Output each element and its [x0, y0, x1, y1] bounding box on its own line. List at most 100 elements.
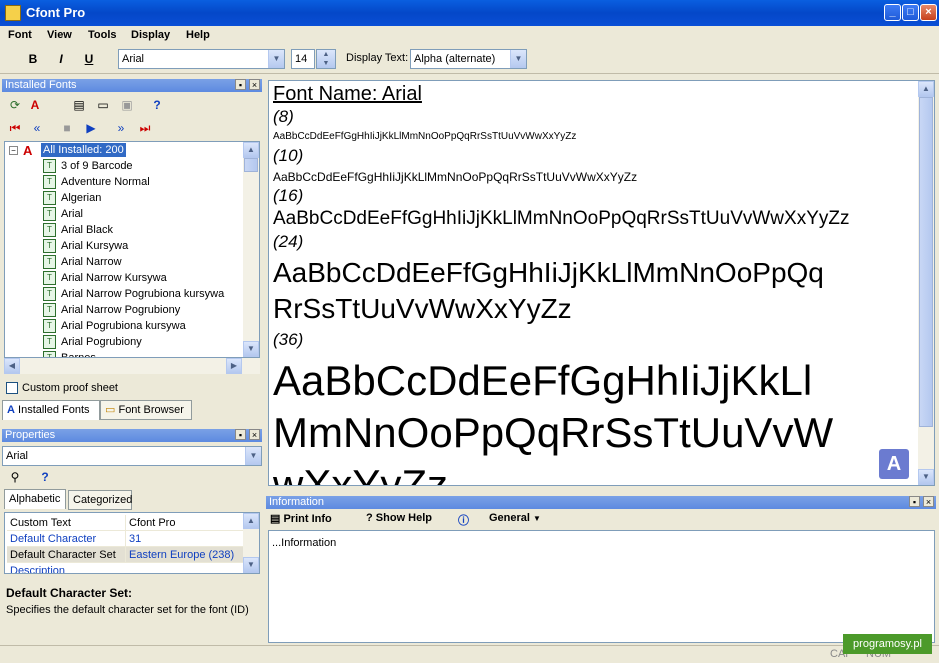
close-icon[interactable]: ×: [923, 496, 934, 507]
chevron-down-icon[interactable]: ▼: [245, 447, 261, 465]
scroll-up-icon[interactable]: ▲: [918, 81, 934, 97]
tree-font-item[interactable]: T Arial Narrow Pogrubiony: [43, 302, 180, 318]
scroll-down-icon[interactable]: ▼: [243, 341, 259, 357]
scroll-left-icon[interactable]: ◀: [4, 358, 20, 374]
print-info-button[interactable]: ▤ Print Info: [270, 512, 332, 525]
display-text-combo[interactable]: Alpha (alternate) ▼: [410, 49, 527, 69]
menu-tools[interactable]: Tools: [88, 26, 117, 44]
info-icon[interactable]: ⓘ: [458, 512, 469, 528]
tree-hscrollbar[interactable]: ◀ ▶: [4, 358, 260, 374]
menu-view[interactable]: View: [47, 26, 72, 44]
installed-fonts-title: Installed Fonts: [5, 79, 77, 91]
italic-button[interactable]: I: [50, 49, 72, 69]
play-icon[interactable]: ▶: [82, 119, 100, 137]
scroll-down-icon[interactable]: ▼: [918, 469, 934, 485]
collapse-icon[interactable]: −: [9, 146, 18, 155]
property-row[interactable]: Custom Text Cfont Pro: [7, 515, 243, 531]
close-icon[interactable]: ×: [249, 429, 260, 440]
scroll-up-icon[interactable]: ▲: [243, 513, 259, 529]
tree-font-item[interactable]: T Adventure Normal: [43, 174, 150, 190]
font-icon: A: [7, 404, 15, 416]
clipboard-icon[interactable]: ▣: [118, 96, 136, 114]
rewind-icon[interactable]: «: [28, 119, 46, 137]
minimize-button[interactable]: _: [884, 4, 901, 21]
tab-font-browser[interactable]: ▭ Font Browser: [100, 400, 192, 420]
tree-scrollbar[interactable]: ▲ ▼: [243, 142, 259, 357]
information-area[interactable]: ...Information: [268, 530, 935, 643]
tab-installed-fonts-label: Installed Fonts: [18, 404, 90, 416]
tree-font-item[interactable]: T Arial Pogrubiony: [43, 334, 142, 350]
refresh-icon[interactable]: ⟳: [6, 96, 24, 114]
general-dropdown[interactable]: General ▼: [489, 512, 541, 524]
scroll-thumb[interactable]: [919, 97, 933, 427]
scroll-down-icon[interactable]: ▼: [243, 557, 259, 573]
tree-font-label: Arial Kursywa: [61, 240, 129, 252]
last-icon[interactable]: ⏭: [136, 119, 154, 137]
property-grid[interactable]: Custom Text Cfont Pro Default Character 31 D…: [4, 512, 260, 574]
property-scrollbar[interactable]: ▲ ▼: [243, 513, 259, 573]
maximize-button[interactable]: □: [902, 4, 919, 21]
rename-icon[interactable]: ▭: [94, 96, 112, 114]
sort-icon[interactable]: ⚲: [6, 468, 24, 486]
show-help-button[interactable]: ? Show Help: [366, 512, 432, 524]
tree-font-item[interactable]: T Barnes: [43, 350, 96, 357]
custom-proof-label: Custom proof sheet: [22, 382, 118, 394]
close-button[interactable]: ×: [920, 4, 937, 21]
tree-font-item[interactable]: T Arial Narrow Kursywa: [43, 270, 167, 286]
tree-font-item[interactable]: T Arial Narrow: [43, 254, 122, 270]
property-name: Default Character Set: [10, 549, 116, 561]
scroll-up-icon[interactable]: ▲: [243, 142, 259, 158]
property-row[interactable]: Default Character Set Eastern Europe (238…: [7, 547, 243, 563]
preview-scrollbar[interactable]: ▲ ▼: [918, 81, 934, 485]
custom-proof-checkbox[interactable]: [6, 382, 18, 394]
underline-button[interactable]: U: [78, 49, 100, 69]
tree-font-item[interactable]: T Arial Black: [43, 222, 113, 238]
properties-object-combo[interactable]: Arial ▼: [2, 446, 262, 466]
menu-display[interactable]: Display: [131, 26, 170, 44]
tree-font-item[interactable]: T Arial Kursywa: [43, 238, 128, 254]
tab-installed-fonts[interactable]: A Installed Fonts: [2, 400, 100, 420]
font-tree[interactable]: − A All Installed: 200 T3 of 9 Barcode T A…: [4, 141, 260, 358]
property-row[interactable]: Default Character 31: [7, 531, 243, 547]
bold-button[interactable]: B: [22, 49, 44, 69]
stop-icon[interactable]: ■: [58, 119, 76, 137]
properties-icon[interactable]: ▤: [70, 96, 88, 114]
menu-bar: Font View Tools Display Help: [0, 26, 939, 44]
size-field[interactable]: 14: [291, 49, 315, 69]
pin-icon[interactable]: ▪: [235, 79, 246, 90]
menu-font[interactable]: Font: [8, 26, 32, 44]
size-spinner[interactable]: ▲ ▼: [316, 49, 336, 69]
chevron-down-icon[interactable]: ▼: [510, 50, 526, 68]
close-icon[interactable]: ×: [249, 79, 260, 90]
folder-icon: ▭: [105, 404, 116, 416]
tree-font-item[interactable]: T Algerian: [43, 190, 101, 206]
preview-text-16: AaBbCcDdEeFfGgHhIiJjKkLlMmNnOoPpQqRrSsTt…: [273, 208, 850, 229]
font-combo[interactable]: Arial ▼: [118, 49, 285, 69]
property-row[interactable]: Description: [7, 563, 243, 573]
tab-categorized[interactable]: Categorized: [68, 490, 132, 510]
help-icon[interactable]: ?: [148, 96, 166, 114]
scroll-right-icon[interactable]: ▶: [226, 358, 242, 374]
fast-forward-icon[interactable]: »: [112, 119, 130, 137]
tab-alphabetic[interactable]: Alphabetic: [4, 489, 66, 509]
toolbar: B I U Arial ▼ 14 ▲ ▼ Display Text: Alpha …: [0, 44, 939, 74]
watermark: programosy.pl: [843, 634, 932, 654]
pin-icon[interactable]: ▪: [909, 496, 920, 507]
tree-font-item[interactable]: T Arial Pogrubiona kursywa: [43, 318, 186, 334]
tree-font-item[interactable]: T Arial: [43, 206, 83, 222]
app-icon: [5, 5, 21, 21]
preview-size-36: (36): [273, 330, 304, 349]
pin-icon[interactable]: ▪: [235, 429, 246, 440]
tree-root-all-installed[interactable]: All Installed: 200: [41, 143, 126, 157]
status-bar: CAP NUM: [0, 645, 939, 663]
help-icon[interactable]: ?: [36, 468, 54, 486]
chevron-down-icon[interactable]: ▼: [268, 50, 284, 68]
tree-font-item[interactable]: T Arial Narrow Pogrubiona kursywa: [43, 286, 224, 302]
scroll-thumb[interactable]: [244, 158, 258, 172]
display-text-label: Display Text:: [346, 52, 409, 64]
menu-help[interactable]: Help: [186, 26, 210, 44]
font-add-icon[interactable]: A: [26, 96, 44, 114]
size-value: 14: [295, 53, 308, 65]
first-icon[interactable]: ⏮: [6, 119, 24, 137]
tree-font-item[interactable]: T 3 of 9 Barcode: [43, 158, 133, 174]
